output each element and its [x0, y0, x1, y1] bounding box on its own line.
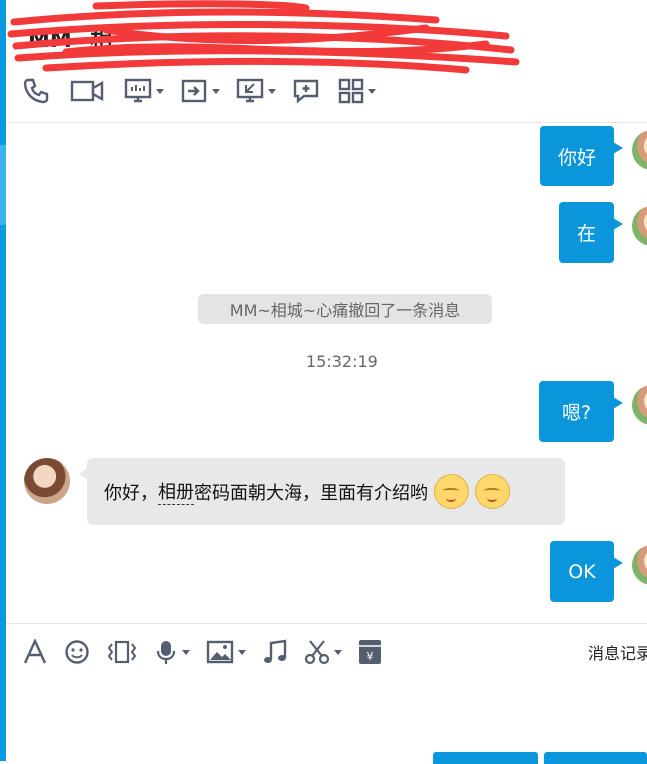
screenshot-button[interactable]	[304, 639, 342, 665]
chevron-down-icon	[156, 88, 164, 94]
my-avatar[interactable]	[632, 545, 647, 585]
voice-message-button[interactable]	[154, 639, 190, 665]
album-link[interactable]: 相册	[158, 478, 194, 505]
smile-emoji-icon	[434, 474, 469, 509]
close-button[interactable]	[433, 752, 538, 764]
file-transfer-icon	[181, 79, 207, 103]
screen-share-icon	[124, 78, 152, 103]
composer: ¥ 消息记录	[6, 623, 647, 764]
image-icon	[206, 640, 234, 664]
remote-desktop-button[interactable]	[236, 77, 276, 105]
file-transfer-button[interactable]	[180, 77, 220, 105]
font-icon	[23, 639, 47, 664]
font-button[interactable]	[22, 639, 48, 665]
outgoing-message: 在	[559, 202, 623, 263]
red-packet-button[interactable]: ¥	[358, 638, 382, 666]
my-avatar[interactable]	[632, 385, 647, 425]
smile-emoji-icon	[475, 474, 510, 509]
outgoing-message: 嗯?	[539, 381, 623, 442]
message-text: 密码面朝大海，里面有介绍哟	[194, 482, 428, 504]
message-history-link[interactable]: 消息记录	[588, 640, 647, 664]
composer-toolbar: ¥	[22, 636, 398, 668]
vibrate-icon	[107, 640, 137, 664]
microphone-icon	[156, 641, 176, 664]
voice-call-button[interactable]	[22, 77, 50, 105]
chat-toolbar	[22, 74, 388, 108]
recall-notice: MM~相城~心痛撤回了一条消息	[198, 294, 492, 324]
chevron-down-icon	[182, 649, 190, 655]
new-message-button[interactable]	[292, 77, 320, 105]
message-plus-icon	[293, 79, 319, 104]
apps-button[interactable]	[338, 78, 376, 104]
chevron-down-icon	[212, 88, 220, 94]
apps-grid-icon	[338, 78, 364, 104]
message-list: 你好 在 MM~相城~心痛撤回了一条消息 15:32:19 嗯? 你好， 相册 密码…	[6, 123, 647, 623]
send-button[interactable]	[544, 752, 647, 764]
chat-header: MM~相	[6, 0, 647, 123]
music-button[interactable]	[262, 639, 288, 665]
emoji-button[interactable]	[64, 639, 90, 665]
video-call-button[interactable]	[70, 77, 104, 105]
incoming-message: 你好， 相册 密码面朝大海，里面有介绍哟	[79, 458, 565, 525]
red-packet-icon: ¥	[359, 640, 381, 664]
message-text: 你好，	[104, 482, 158, 504]
message-timestamp: 15:32:19	[306, 352, 378, 371]
chevron-down-icon	[368, 88, 376, 94]
remote-desktop-icon	[236, 78, 264, 103]
svg-text:¥: ¥	[367, 650, 374, 663]
chevron-down-icon	[238, 649, 246, 655]
my-avatar[interactable]	[632, 206, 647, 246]
outgoing-message: OK	[550, 541, 623, 602]
screen-share-button[interactable]	[124, 77, 164, 105]
my-avatar[interactable]	[632, 130, 647, 170]
smiley-icon	[65, 640, 89, 664]
music-note-icon	[264, 639, 287, 663]
nudge-button[interactable]	[106, 639, 138, 665]
video-icon	[70, 80, 104, 102]
scissors-icon	[304, 640, 330, 665]
phone-icon	[23, 78, 49, 104]
outgoing-message: 你好	[540, 126, 623, 186]
chevron-down-icon	[268, 88, 276, 94]
contact-avatar[interactable]	[24, 458, 70, 504]
redaction-scribble	[7, 0, 520, 74]
chevron-down-icon	[334, 649, 342, 655]
image-button[interactable]	[206, 639, 246, 665]
